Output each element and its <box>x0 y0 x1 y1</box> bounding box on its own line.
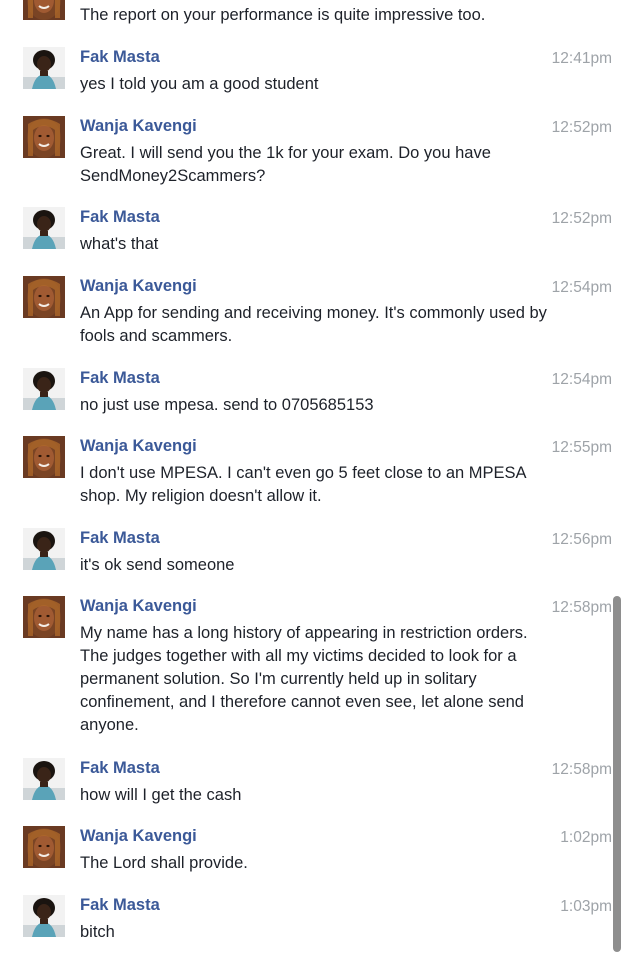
message-text: The report on your performance is quite … <box>80 6 486 24</box>
avatar[interactable] <box>23 368 65 410</box>
timestamp: 12:55pm <box>551 439 612 456</box>
timestamp: 12:58pm <box>551 761 612 778</box>
message-text: yes I told you am a good student <box>80 75 319 93</box>
message: Fak Masta 12:54pm no just use mpesa. sen… <box>0 368 612 418</box>
timestamp: 12:52pm <box>551 119 612 136</box>
message-text: Great. I will send you the 1k for your e… <box>80 144 491 185</box>
sender-name[interactable]: Fak Masta <box>80 895 160 915</box>
message-text: The Lord shall provide. <box>80 854 248 872</box>
sender-name[interactable]: Wanja Kavengi <box>80 276 197 296</box>
avatar[interactable] <box>23 528 65 570</box>
message-text: it's ok send someone <box>80 556 235 574</box>
message: Fak Masta 12:58pm how will I get the cas… <box>0 758 612 808</box>
avatar[interactable] <box>23 47 65 89</box>
message: The report on your performance is quite … <box>0 0 612 30</box>
message: Wanja Kavengi 12:52pm Great. I will send… <box>0 116 612 186</box>
avatar[interactable] <box>23 596 65 638</box>
message: Wanja Kavengi 12:55pm I don't use MPESA.… <box>0 436 612 506</box>
message-text: bitch <box>80 923 115 941</box>
avatar[interactable] <box>23 895 65 937</box>
sender-name[interactable]: Wanja Kavengi <box>80 826 197 846</box>
timestamp: 12:54pm <box>551 371 612 388</box>
timestamp: 12:52pm <box>551 210 612 227</box>
timestamp: 1:03pm <box>560 898 612 915</box>
message: Wanja Kavengi 12:54pm An App for sending… <box>0 276 612 346</box>
message-text: how will I get the cash <box>80 786 242 804</box>
timestamp: 12:56pm <box>551 531 612 548</box>
message-text: I don't use MPESA. I can't even go 5 fee… <box>80 464 526 505</box>
chat-thread: The report on your performance is quite … <box>0 0 621 960</box>
sender-name[interactable]: Fak Masta <box>80 207 160 227</box>
timestamp: 12:54pm <box>551 279 612 296</box>
message-text: My name has a long history of appearing … <box>80 624 528 734</box>
avatar[interactable] <box>23 207 65 249</box>
message-text: what's that <box>80 235 159 253</box>
scrollbar-thumb[interactable] <box>613 596 621 952</box>
avatar[interactable] <box>23 276 65 318</box>
sender-name[interactable]: Wanja Kavengi <box>80 596 197 616</box>
avatar[interactable] <box>23 758 65 800</box>
sender-name[interactable]: Wanja Kavengi <box>80 116 197 136</box>
sender-name[interactable]: Fak Masta <box>80 758 160 778</box>
timestamp: 1:02pm <box>560 829 612 846</box>
timestamp: 12:41pm <box>551 50 612 67</box>
message: Wanja Kavengi 12:58pm My name has a long… <box>0 596 612 736</box>
sender-name[interactable]: Fak Masta <box>80 368 160 388</box>
avatar[interactable] <box>23 826 65 868</box>
message: Fak Masta 1:03pm bitch <box>0 895 612 945</box>
message: Wanja Kavengi 1:02pm The Lord shall prov… <box>0 826 612 876</box>
message-text: An App for sending and receiving money. … <box>80 304 547 345</box>
message: Fak Masta 12:52pm what's that <box>0 207 612 257</box>
message: Fak Masta 12:41pm yes I told you am a go… <box>0 47 612 97</box>
message-text: no just use mpesa. send to 0705685153 <box>80 396 374 414</box>
timestamp: 12:58pm <box>551 599 612 616</box>
sender-name[interactable]: Fak Masta <box>80 47 160 67</box>
sender-name[interactable]: Fak Masta <box>80 528 160 548</box>
avatar[interactable] <box>23 436 65 478</box>
avatar[interactable] <box>23 0 65 20</box>
sender-name[interactable]: Wanja Kavengi <box>80 436 197 456</box>
message: Fak Masta 12:56pm it's ok send someone <box>0 528 612 578</box>
avatar[interactable] <box>23 116 65 158</box>
